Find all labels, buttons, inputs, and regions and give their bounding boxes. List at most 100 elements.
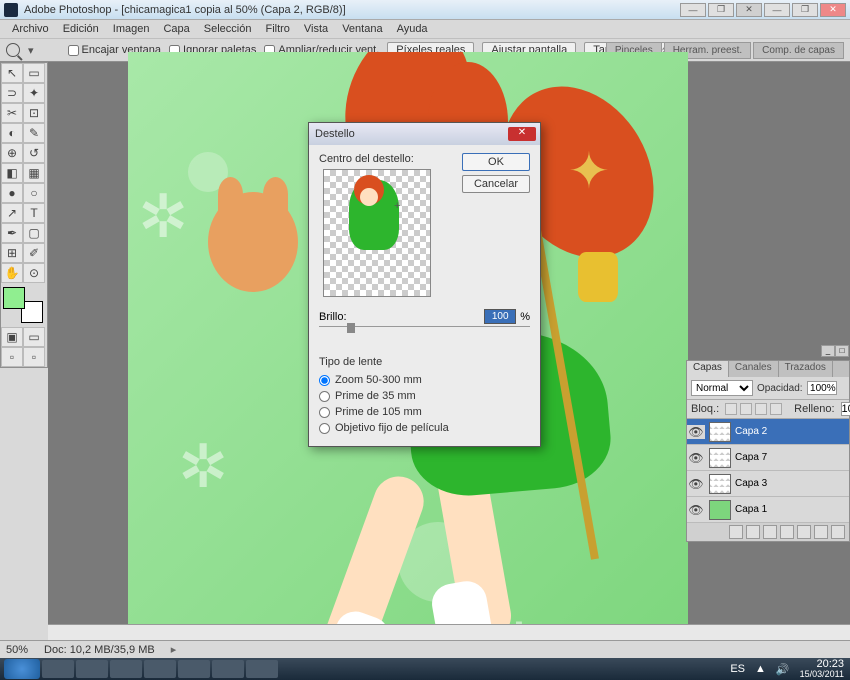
paths-tab[interactable]: Trazados [779,361,833,377]
move-tool[interactable]: ↖ [1,63,23,83]
dialog-close-button[interactable]: ✕ [508,127,536,141]
screen-std[interactable]: ▫ [1,347,23,367]
brightness-input[interactable] [484,309,516,324]
layer-thumbnail[interactable] [709,448,731,468]
menu-seleccion[interactable]: Selección [198,21,258,37]
visibility-icon[interactable]: 👁 [687,425,705,439]
visibility-icon[interactable]: 👁 [687,451,705,465]
lens-35mm-radio[interactable]: Prime de 35 mm [319,390,530,402]
ok-button[interactable]: OK [462,153,530,171]
channels-tab[interactable]: Canales [729,361,779,377]
layer-row[interactable]: 👁 Capa 3 [687,471,849,497]
start-button[interactable] [4,659,40,679]
taskbar-app-icon[interactable] [144,660,176,678]
group-icon[interactable] [797,525,811,539]
screen-full[interactable]: ▫ [23,347,45,367]
taskbar-media-icon[interactable] [110,660,142,678]
volume-icon[interactable]: 🔊 [776,663,790,676]
brush-tool[interactable]: ✎ [23,123,45,143]
lasso-tool[interactable]: ⊃ [1,83,23,103]
screenmode-tool[interactable]: ▭ [23,327,45,347]
menu-vista[interactable]: Vista [298,21,334,37]
color-swatches[interactable] [3,287,47,323]
quickmask-tool[interactable]: ▣ [1,327,23,347]
layer-mask-icon[interactable] [763,525,777,539]
layer-comps-tab[interactable]: Comp. de capas [753,42,844,59]
doc-restore-button[interactable]: ❐ [792,3,818,17]
visibility-icon[interactable]: 👁 [687,477,705,491]
menu-archivo[interactable]: Archivo [6,21,55,37]
brightness-slider[interactable] [319,326,530,340]
doc-close-button[interactable]: ✕ [820,3,846,17]
stamp-tool[interactable]: ⊕ [1,143,23,163]
lens-105mm-radio[interactable]: Prime de 105 mm [319,406,530,418]
lock-position-icon[interactable] [755,403,767,415]
eraser-tool[interactable]: ◧ [1,163,23,183]
menu-ventana[interactable]: Ventana [336,21,388,37]
layer-thumbnail[interactable] [709,500,731,520]
delete-layer-icon[interactable] [831,525,845,539]
taskbar-chrome-icon[interactable] [212,660,244,678]
minimize-button[interactable]: — [680,3,706,17]
dialog-titlebar[interactable]: Destello ✕ [309,123,540,145]
fill-input[interactable] [841,402,850,416]
layer-row[interactable]: 👁 Capa 2 [687,419,849,445]
layer-thumbnail[interactable] [709,474,731,494]
clock-date[interactable]: 15/03/2011 [800,669,844,679]
marquee-tool[interactable]: ▭ [23,63,45,83]
slice-tool[interactable]: ⊡ [23,103,45,123]
lens-movie-radio[interactable]: Objetivo fijo de película [319,422,530,434]
panel-min-button[interactable]: _ [821,345,835,357]
menu-imagen[interactable]: Imagen [107,21,156,37]
menu-edicion[interactable]: Edición [57,21,105,37]
hand-tool[interactable]: ✋ [1,263,23,283]
shape-tool[interactable]: ▢ [23,223,45,243]
lock-transparency-icon[interactable] [725,403,737,415]
opacity-input[interactable] [807,381,837,395]
dodge-tool[interactable]: ○ [23,183,45,203]
pen-tool[interactable]: ✒ [1,223,23,243]
taskbar-explorer-icon[interactable] [76,660,108,678]
horizontal-scrollbar[interactable] [48,624,850,640]
visibility-icon[interactable]: 👁 [687,503,705,517]
foreground-color[interactable] [3,287,25,309]
blur-tool[interactable]: ● [1,183,23,203]
blend-mode-select[interactable]: Normal [691,380,753,396]
layer-thumbnail[interactable] [709,422,731,442]
menu-ayuda[interactable]: Ayuda [391,21,434,37]
taskbar-app-icon[interactable] [178,660,210,678]
wand-tool[interactable]: ✦ [23,83,45,103]
language-indicator[interactable]: ES [730,663,745,675]
menu-capa[interactable]: Capa [157,21,195,37]
layers-tab[interactable]: Capas [687,361,729,377]
eyedropper-tool[interactable]: ✐ [23,243,45,263]
layer-row[interactable]: 👁 Capa 7 [687,445,849,471]
adjustment-layer-icon[interactable] [780,525,794,539]
lock-all-icon[interactable] [770,403,782,415]
zoom-level[interactable]: 50% [6,644,28,656]
history-brush-tool[interactable]: ↺ [23,143,45,163]
taskbar-photoshop-icon[interactable] [246,660,278,678]
menu-filtro[interactable]: Filtro [259,21,295,37]
lens-zoom-radio[interactable]: Zoom 50-300 mm [319,374,530,386]
zoom-tool-icon[interactable] [6,43,20,57]
gradient-tool[interactable]: ▦ [23,163,45,183]
path-tool[interactable]: ↗ [1,203,23,223]
taskbar-ie-icon[interactable] [42,660,74,678]
layer-row[interactable]: 👁 Capa 1 [687,497,849,523]
tray-flag-icon[interactable]: ▲ [755,663,766,675]
notes-tool[interactable]: ⊞ [1,243,23,263]
close-button[interactable]: ✕ [736,3,762,17]
cancel-button[interactable]: Cancelar [462,175,530,193]
new-layer-icon[interactable] [814,525,828,539]
layer-style-icon[interactable] [746,525,760,539]
heal-tool[interactable]: ◐ [1,123,23,143]
crop-tool[interactable]: ✂ [1,103,23,123]
type-tool[interactable]: T [23,203,45,223]
lock-pixels-icon[interactable] [740,403,752,415]
clock-time[interactable]: 20:23 [800,659,844,669]
panel-close-button[interactable]: □ [835,345,849,357]
doc-minimize-button[interactable]: — [764,3,790,17]
flare-preview[interactable]: + [323,169,431,297]
link-layers-icon[interactable] [729,525,743,539]
